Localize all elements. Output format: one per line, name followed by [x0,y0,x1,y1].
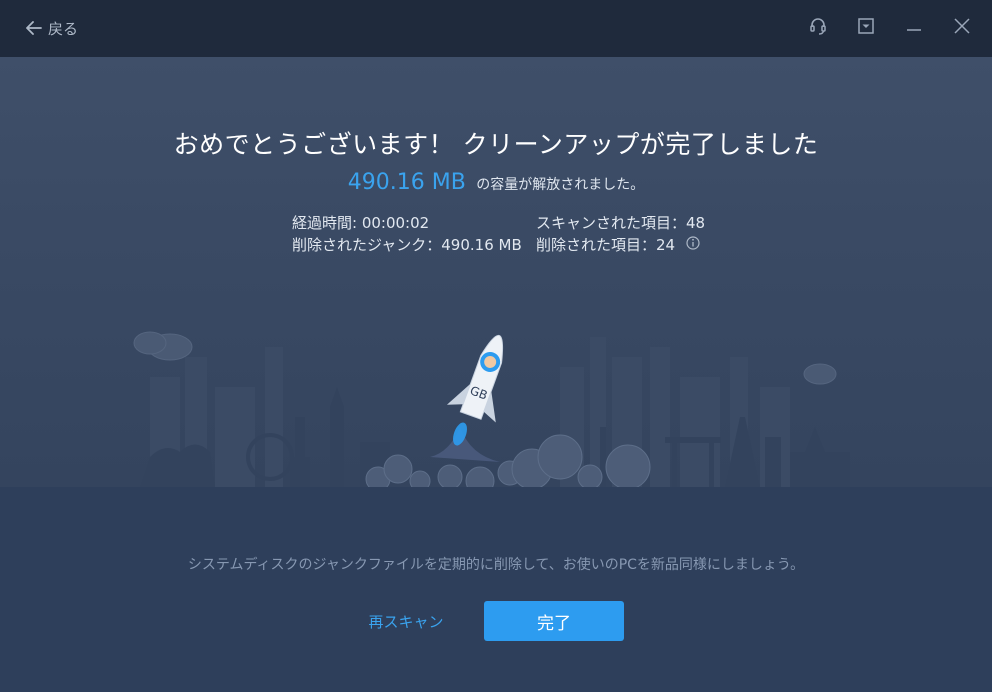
freed-suffix: の容量が解放されました。 [476,177,645,193]
stats-left: 経過時間: 00:00:02 削除されたジャンク：490.16 MB [292,212,522,256]
back-label: 戻る [48,19,79,38]
elapsed-time: 経過時間: 00:00:02 [292,214,430,232]
minimize-button[interactable] [902,16,926,40]
support-button[interactable] [806,16,830,40]
city-skyline-illustration [133,331,850,487]
title-bar: 戻る [0,0,992,57]
info-icon[interactable] [686,235,700,250]
removed-items: 削除された項目：24 [536,236,676,254]
arrow-left-icon [26,21,42,35]
menu-button[interactable] [854,16,878,40]
freed-space-line: 490.16 MB の容量が解放されました。 [0,170,992,195]
back-button[interactable]: 戻る [26,16,78,40]
close-icon [953,17,971,39]
bottom-panel [0,487,992,692]
minimize-icon [905,17,923,39]
junk-removed: 削除されたジャンク：490.16 MB [292,236,522,254]
headset-icon [808,16,828,40]
dropdown-menu-icon [857,17,875,39]
done-button[interactable]: 完了 [484,601,624,641]
scanned-items: スキャンされた項目：48 [536,214,706,232]
tip-text: システムディスクのジャンクファイルを定期的に削除して、お使いのPCを新品同様にし… [187,557,805,573]
close-button[interactable] [950,16,974,40]
result-headline: おめでとうございます！ クリーンアップが完了しました [173,130,819,159]
freed-amount: 490.16 MB [347,170,466,195]
result-panel [0,57,992,487]
stats-right: スキャンされた項目：48 削除された項目：24 [536,212,705,256]
rescan-button[interactable]: 再スキャン [356,610,456,633]
